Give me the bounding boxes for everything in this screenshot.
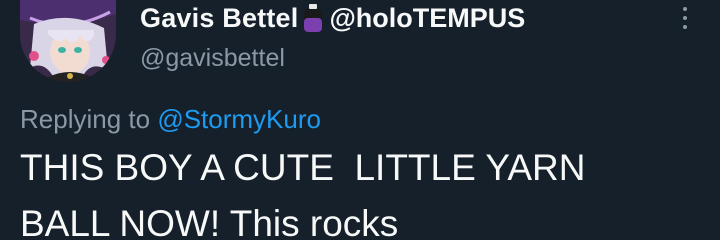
tweet-text: THIS BOY A CUTE LITTLE YARN BALL NOW! Th…: [20, 147, 586, 240]
display-name[interactable]: Gavis Bettel: [140, 3, 298, 34]
replying-to: Replying to @StormyKuro: [20, 104, 321, 135]
more-vertical-icon[interactable]: [676, 4, 694, 32]
name-suffix: @holoTEMPUS: [329, 2, 526, 33]
dot: [683, 16, 687, 20]
dot: [683, 7, 687, 11]
dot: [683, 25, 687, 29]
purple-bottle-emoji-icon: [303, 4, 323, 32]
tweet-card: Gavis Bettel @holoTEMPUS @gavisbettel Re…: [0, 0, 720, 240]
handle[interactable]: @gavisbettel: [140, 44, 285, 73]
replying-prefix: Replying to: [20, 104, 151, 134]
avatar[interactable]: [20, 0, 116, 82]
replying-to-link[interactable]: @StormyKuro: [157, 104, 321, 134]
name-row: Gavis Bettel @holoTEMPUS: [140, 0, 525, 36]
